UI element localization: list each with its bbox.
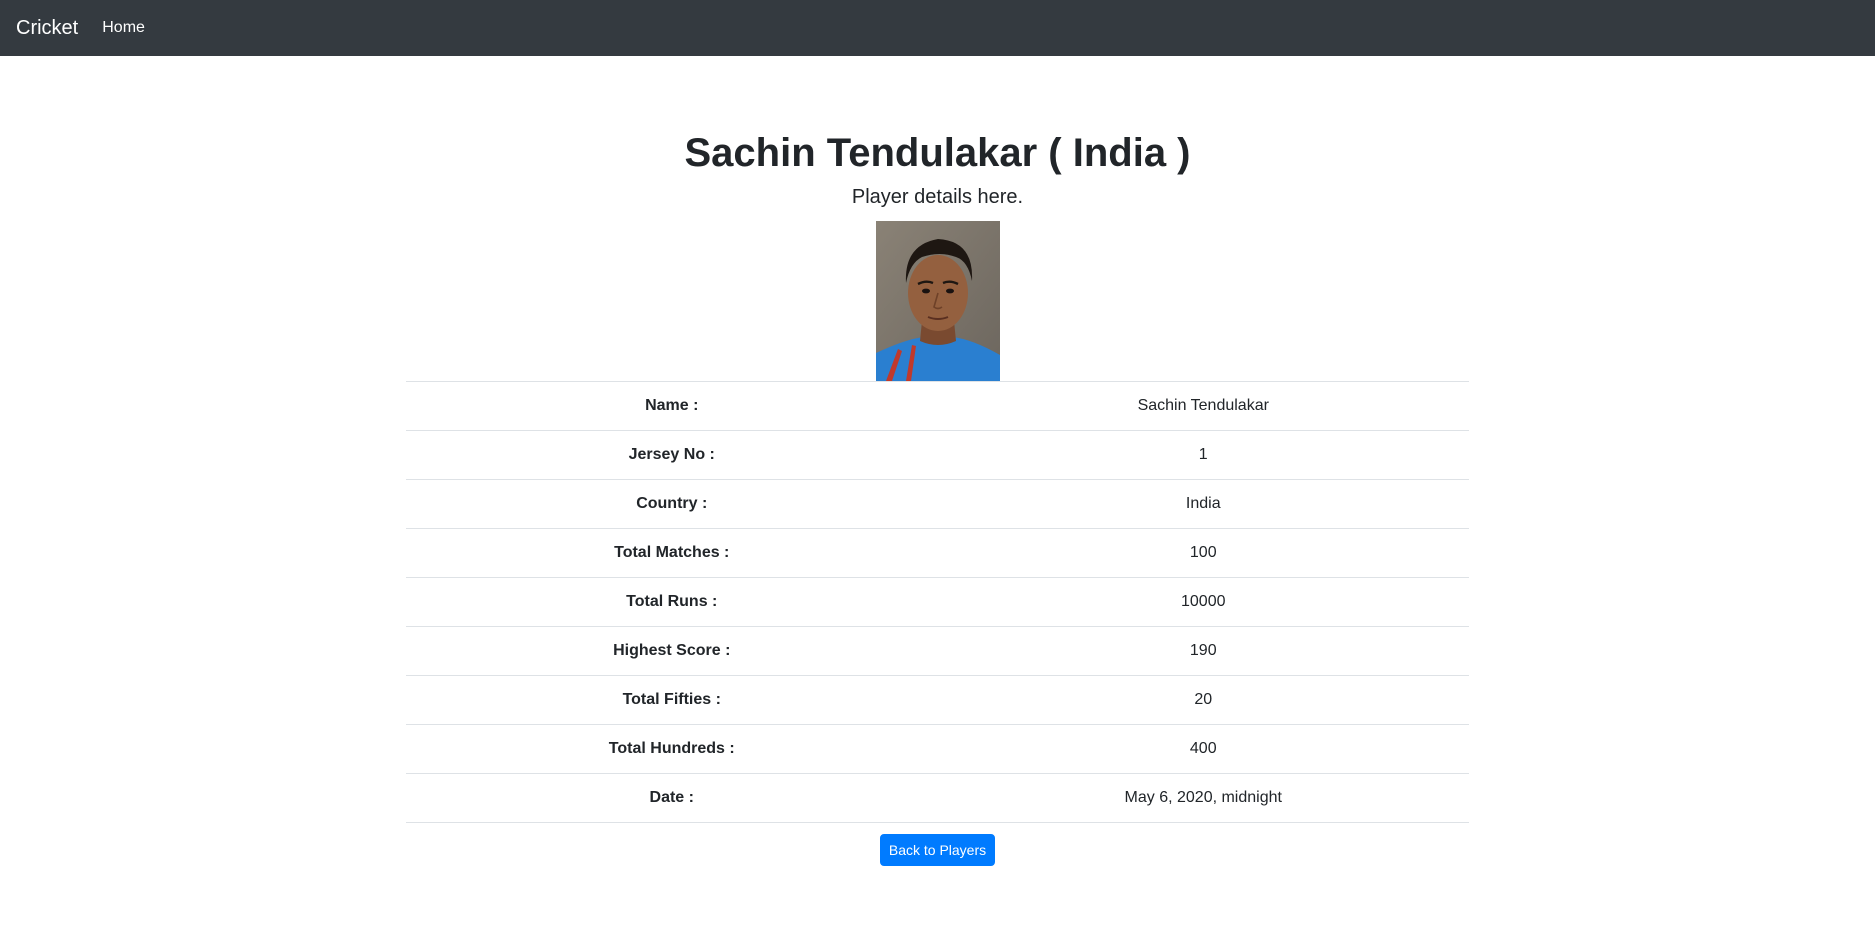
table-row: Total Runs : 10000: [406, 577, 1469, 627]
detail-value-total-fifties: 20: [937, 675, 1469, 725]
detail-label-jersey-no: Jersey No :: [406, 430, 938, 480]
detail-label-total-runs: Total Runs :: [406, 577, 938, 627]
detail-value-jersey-no: 1: [937, 430, 1469, 480]
back-to-players-button[interactable]: Back to Players: [879, 834, 996, 866]
table-row: Date : May 6, 2020, midnight: [406, 773, 1469, 823]
table-row: Jersey No : 1: [406, 430, 1469, 480]
detail-value-total-hundreds: 400: [937, 724, 1469, 774]
detail-value-name: Sachin Tendulakar: [937, 381, 1469, 431]
player-details-table: Name : Sachin Tendulakar Jersey No : 1 C…: [406, 381, 1469, 823]
page-lead: Player details here.: [851, 186, 1024, 208]
table-row: Highest Score : 190: [406, 626, 1469, 676]
detail-label-total-fifties: Total Fifties :: [406, 675, 938, 725]
table-row: Total Matches : 100: [406, 528, 1469, 578]
detail-label-country: Country :: [406, 479, 938, 529]
detail-label-highest-score: Highest Score :: [406, 626, 938, 676]
table-row: Country : India: [406, 479, 1469, 529]
table-row: Name : Sachin Tendulakar: [406, 381, 1469, 431]
nav-link-home[interactable]: Home: [102, 19, 145, 37]
detail-label-name: Name :: [406, 381, 938, 431]
table-row: Total Fifties : 20: [406, 675, 1469, 725]
main-container: Sachin Tendulakar ( India ) Player detai…: [406, 129, 1469, 866]
navbar-brand[interactable]: Cricket: [16, 17, 78, 40]
detail-label-total-hundreds: Total Hundreds :: [406, 724, 938, 774]
detail-value-highest-score: 190: [937, 626, 1469, 676]
detail-label-total-matches: Total Matches :: [406, 528, 938, 578]
actions-row: Back to Players: [406, 834, 1469, 866]
detail-value-date: May 6, 2020, midnight: [937, 773, 1469, 823]
player-photo: [875, 221, 1000, 381]
player-photo-wrap: [406, 221, 1469, 381]
page-title: Sachin Tendulakar ( India ): [684, 131, 1191, 175]
detail-value-total-runs: 10000: [937, 577, 1469, 627]
navbar: Cricket Home: [0, 0, 1875, 56]
table-row: Total Hundreds : 400: [406, 724, 1469, 774]
detail-value-total-matches: 100: [937, 528, 1469, 578]
detail-value-country: India: [937, 479, 1469, 529]
detail-label-date: Date :: [406, 773, 938, 823]
